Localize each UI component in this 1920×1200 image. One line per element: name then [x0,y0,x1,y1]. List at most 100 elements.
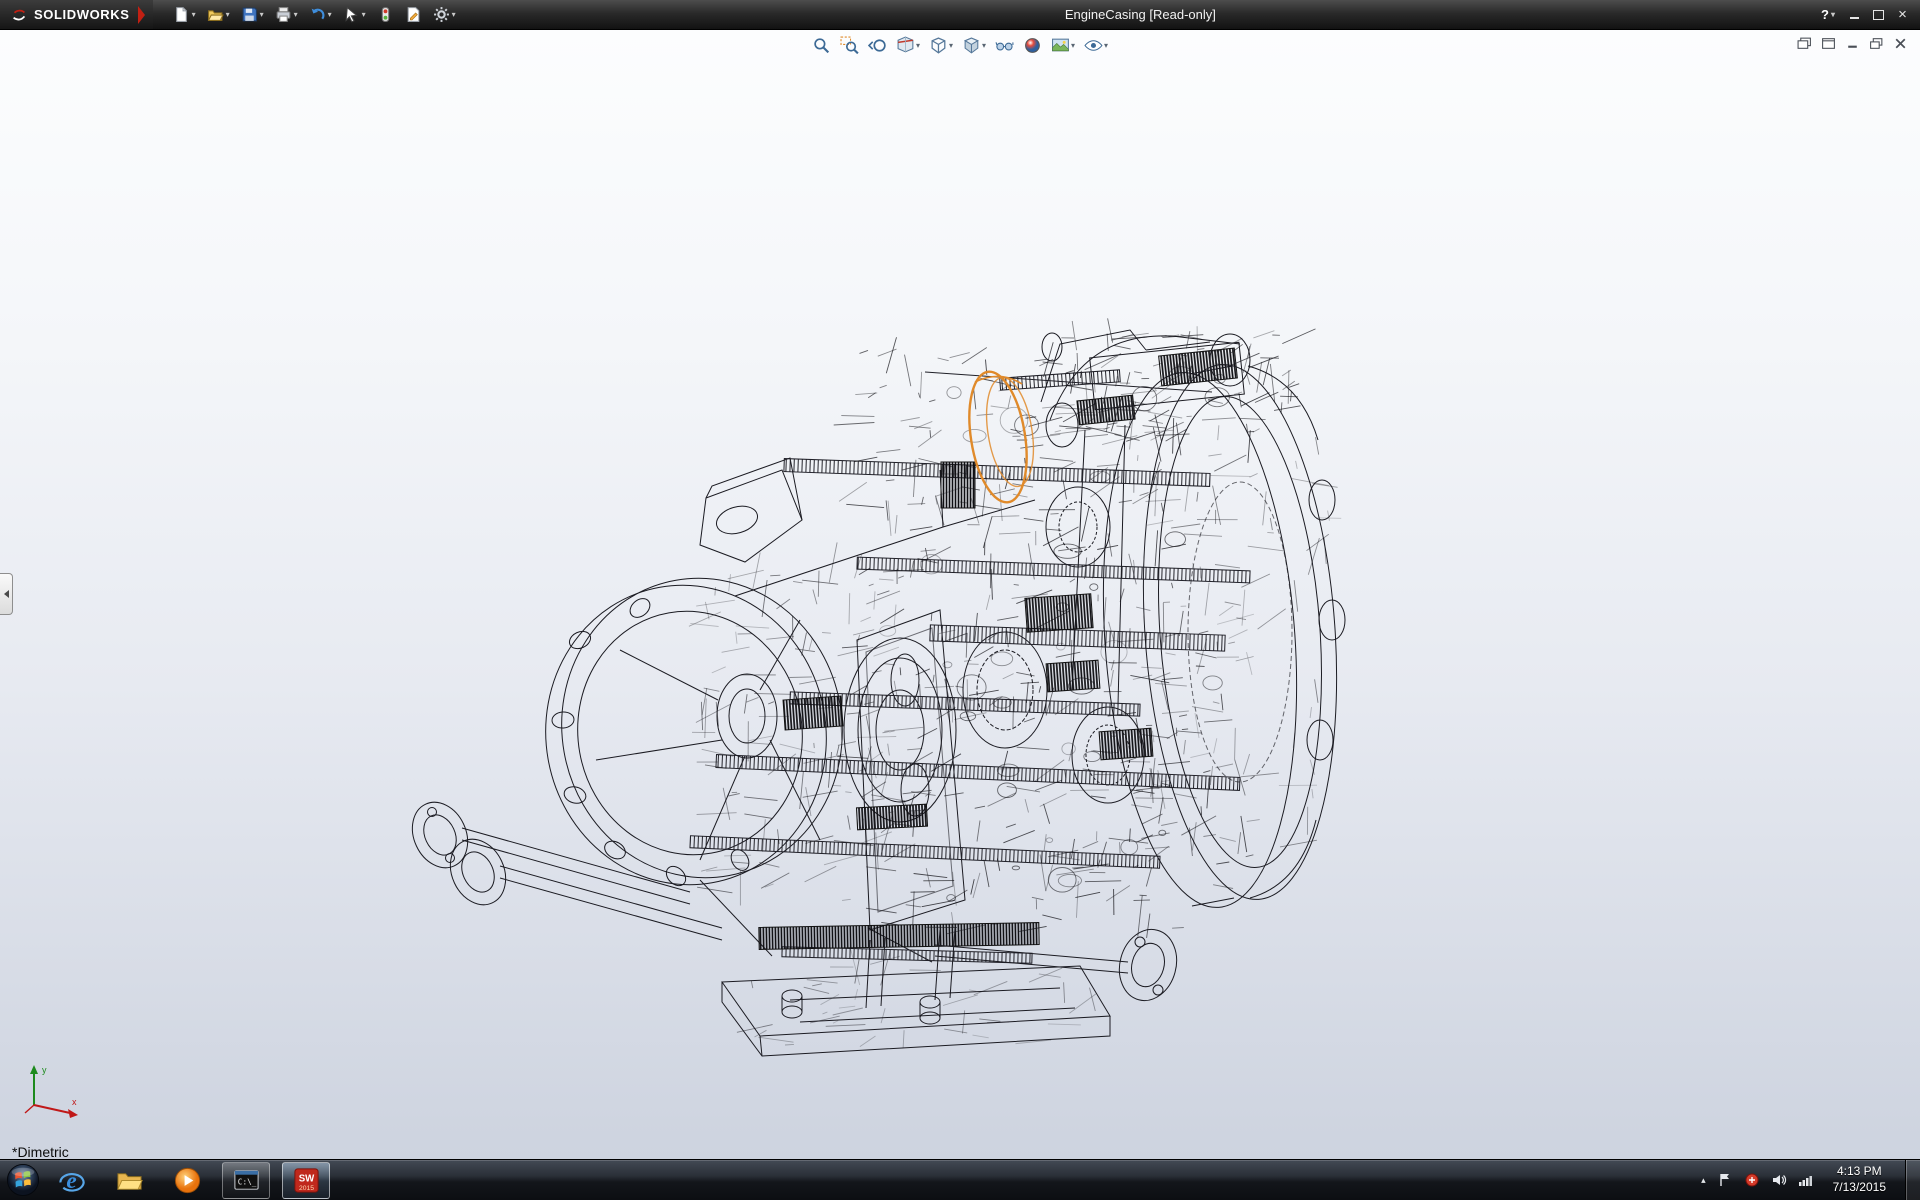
chevron-down-icon[interactable]: ▾ [260,11,264,19]
titlebar-right: ? ▾ × [1821,7,1920,22]
menu-bar-toolbar: ▾ ▾ ▾ ▾ ▾ ▾ ▾ [169,2,460,27]
engine-casing-wireframe[interactable] [0,29,1920,1160]
document-close-button[interactable] [1893,37,1908,50]
undo-button[interactable]: ▾ [305,2,336,27]
logo-arrow-icon [138,6,145,24]
upper-left-bracket [700,458,802,562]
chevron-down-icon[interactable]: ▾ [916,42,920,50]
svg-text:SW: SW [298,1173,314,1184]
edit-appearance-ball-icon [1023,36,1042,55]
chevron-down-icon[interactable]: ▾ [1104,42,1108,50]
media-player-icon [173,1166,202,1195]
chevron-down-icon[interactable]: ▾ [328,11,332,19]
taskbar-item-windows-explorer[interactable] [106,1163,152,1198]
select-cursor-icon [343,6,360,23]
options-button[interactable]: ▾ [429,2,460,27]
file-properties-icon [405,6,422,23]
rebuild-button[interactable] [373,2,398,27]
restore-window-icon [1821,37,1836,50]
help-label: ? [1821,7,1829,22]
view-orientation-cube-icon [929,36,948,55]
left-flange [522,556,866,907]
previous-view-button[interactable] [867,35,888,56]
document-restore-button[interactable] [1869,37,1884,50]
chevron-down-icon[interactable]: ▾ [1831,11,1835,19]
document-close-icon [1893,37,1908,50]
network-icon[interactable] [1798,1172,1814,1188]
print-button[interactable]: ▾ [271,2,302,27]
restore-window-button[interactable] [1821,37,1836,50]
document-minimize-button[interactable] [1845,37,1860,50]
open-button[interactable]: ▾ [203,2,234,27]
rebuild-traffic-light-icon [377,6,394,23]
document-title: EngineCasing [Read-only] [460,7,1821,22]
triad-x-label: x [72,1097,77,1107]
start-button[interactable] [0,1160,46,1200]
zoom-to-fit-icon [812,36,831,55]
volume-icon[interactable] [1771,1172,1787,1188]
taskbar-item-internet-explorer[interactable]: e [48,1163,94,1198]
zoom-to-fit-button[interactable] [811,35,832,56]
chevron-down-icon[interactable]: ▾ [1071,42,1075,50]
section-view-icon [896,36,915,55]
hide-show-items-button[interactable] [994,35,1015,56]
notification-icon[interactable] [1744,1172,1760,1188]
show-desktop-button[interactable] [1905,1160,1920,1200]
maximize-icon [1873,10,1884,20]
heads-up-view-toolbar: ▾ ▾ ▾ ▾ ▾ [811,35,1109,56]
maximize-button[interactable] [1871,7,1886,22]
file-properties-button[interactable] [401,2,426,27]
orientation-triad: y x [22,1061,84,1124]
shafts [690,370,1250,963]
chevron-down-icon[interactable]: ▾ [192,11,196,19]
hide-show-glasses-icon [995,36,1014,55]
taskbar-item-command-prompt[interactable]: C:\_ [222,1162,270,1199]
action-center-icon[interactable] [1717,1172,1733,1188]
new-document-button[interactable]: ▾ [169,2,200,27]
solidworks-logo-icon [10,6,28,24]
apply-scene-button[interactable]: ▾ [1050,35,1076,56]
chevron-down-icon[interactable]: ▾ [452,11,456,19]
command-prompt-icon: C:\_ [232,1166,261,1195]
view-settings-eye-icon [1084,36,1103,55]
window-controls: × [1847,7,1910,22]
help-button[interactable]: ? ▾ [1821,7,1835,22]
display-style-cube-icon [962,36,981,55]
solidworks-2015-icon: SW 2015 [292,1166,321,1195]
chevron-down-icon[interactable]: ▾ [362,11,366,19]
view-orientation-button[interactable]: ▾ [928,35,954,56]
close-button[interactable]: × [1895,7,1910,22]
print-icon [275,6,292,23]
titlebar: SOLIDWORKS ▾ ▾ ▾ ▾ ▾ ▾ [0,0,1920,30]
chevron-down-icon[interactable]: ▾ [949,42,953,50]
edit-appearance-button[interactable] [1022,35,1043,56]
taskbar-clock[interactable]: 4:13 PM 7/13/2015 [1825,1164,1894,1195]
save-button[interactable]: ▾ [237,2,268,27]
view-settings-button[interactable]: ▾ [1083,35,1109,56]
system-tray: ▴ 4:13 PM 7/13/2015 [1701,1160,1920,1200]
zoom-to-area-icon [840,36,859,55]
open-folder-icon [207,6,224,23]
select-button[interactable]: ▾ [339,2,370,27]
display-style-button[interactable]: ▾ [961,35,987,56]
show-hidden-icons-button[interactable]: ▴ [1701,1175,1706,1186]
clock-date: 7/13/2015 [1833,1180,1886,1196]
apply-scene-icon [1051,36,1070,55]
chevron-down-icon[interactable]: ▾ [294,11,298,19]
taskbar-item-solidworks-2015[interactable]: SW 2015 [282,1162,330,1199]
chevron-down-icon[interactable]: ▾ [982,42,986,50]
svg-text:2015: 2015 [298,1185,313,1192]
zoom-to-area-button[interactable] [839,35,860,56]
new-document-icon [173,6,190,23]
svg-text:C:\_: C:\_ [237,1177,256,1186]
feature-panel-collapse-tab[interactable] [0,573,13,615]
minimize-button[interactable] [1847,7,1862,22]
previous-view-icon [868,36,887,55]
minimize-icon [1850,17,1859,19]
chevron-down-icon[interactable]: ▾ [226,11,230,19]
cascade-windows-button[interactable] [1797,37,1812,50]
graphics-viewport[interactable]: ▾ ▾ ▾ ▾ ▾ [0,29,1920,1160]
section-view-button[interactable]: ▾ [895,35,921,56]
document-minimize-icon [1845,37,1860,50]
taskbar-item-media-player[interactable] [164,1163,210,1198]
